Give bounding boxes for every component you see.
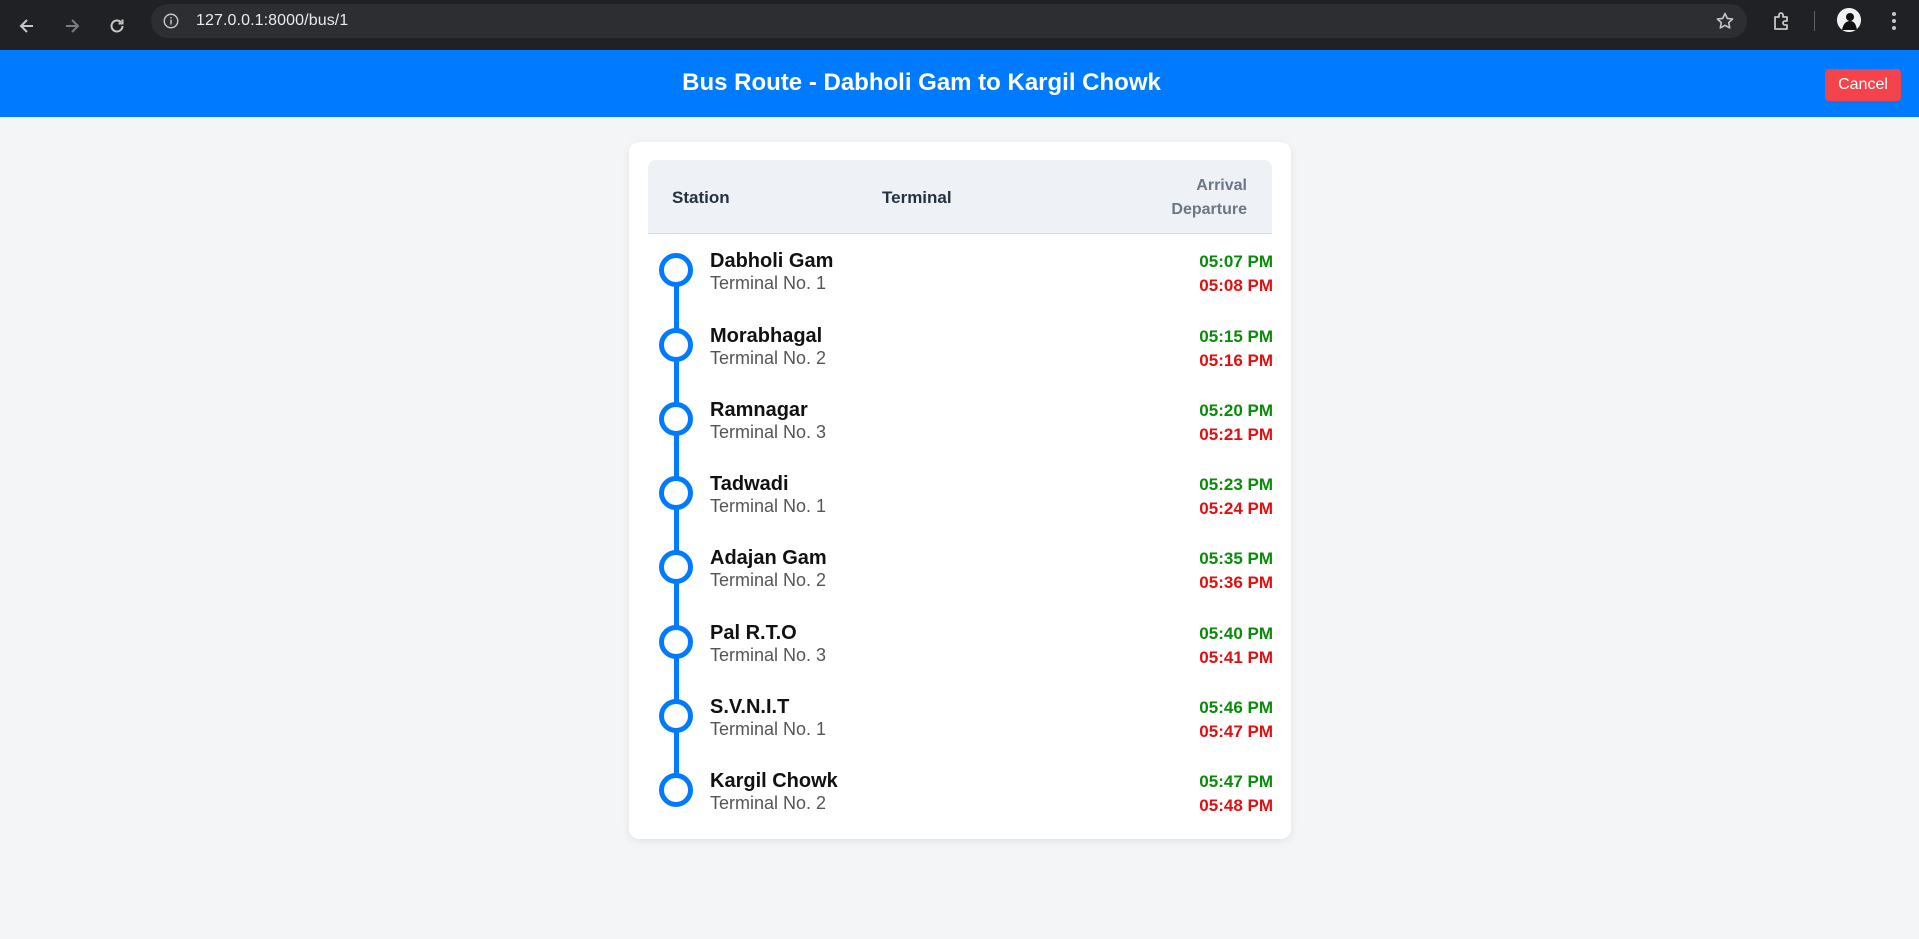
stop-departure-time: 05:47 PM [1199, 722, 1273, 741]
stop-departure-time: 05:48 PM [1199, 796, 1273, 815]
browser-toolbar: 127.0.0.1:8000/bus/1 [0, 0, 1919, 50]
reload-icon [110, 19, 124, 33]
stop-terminal: Terminal No. 3 [710, 422, 827, 442]
stop-departure-time: 05:08 PM [1199, 276, 1273, 295]
column-header-station: Station [672, 188, 730, 207]
back-arrow-icon [19, 19, 33, 33]
url-text[interactable]: 127.0.0.1:8000/bus/1 [196, 12, 348, 30]
extensions-icon[interactable] [1770, 9, 1794, 33]
column-header-times: Arrival Departure [1171, 174, 1247, 222]
stop-item: Kargil Chowk Terminal No. 2 05:47 PM 05:… [629, 766, 1291, 840]
stop-terminal: Terminal No. 2 [710, 570, 827, 590]
stop-item: Pal R.T.O Terminal No. 3 05:40 PM 05:41 … [629, 618, 1291, 692]
app-header: Bus Route - Dabholi Gam to Kargil Chowk [0, 50, 1919, 117]
stop-name: Tadwadi [710, 473, 789, 495]
stop-marker-icon [659, 550, 693, 584]
stop-marker-icon [659, 699, 693, 733]
stop-name: Adajan Gam [710, 547, 827, 569]
stop-departure-time: 05:16 PM [1199, 351, 1273, 370]
stop-name: Morabhagal [710, 325, 823, 347]
stop-terminal: Terminal No. 2 [710, 348, 827, 368]
stop-arrival-time: 05:47 PM [1199, 772, 1273, 791]
column-header-terminal: Terminal [882, 188, 952, 207]
site-info-icon[interactable] [161, 11, 181, 31]
table-header: Station Terminal Arrival Departure [648, 160, 1272, 234]
stop-name: Dabholi Gam [710, 250, 834, 272]
column-header-arrival: Arrival [1196, 177, 1247, 194]
stop-name: Kargil Chowk [710, 770, 838, 792]
bookmark-star-icon[interactable] [1715, 11, 1735, 31]
stop-name: S.V.N.I.T [710, 696, 790, 718]
toolbar-divider [1814, 11, 1815, 31]
stop-marker-icon [659, 328, 693, 362]
stop-departure-time: 05:24 PM [1199, 499, 1273, 518]
stop-departure-time: 05:36 PM [1199, 573, 1273, 592]
stop-terminal: Terminal No. 1 [710, 273, 827, 293]
forward-arrow-icon [66, 19, 80, 33]
back-button[interactable] [10, 9, 44, 43]
stop-arrival-time: 05:35 PM [1199, 549, 1273, 568]
stop-item: Ramnagar Terminal No. 3 05:20 PM 05:21 P… [629, 395, 1291, 469]
stop-marker-icon [659, 253, 693, 287]
stop-marker-icon [659, 402, 693, 436]
stop-departure-time: 05:41 PM [1199, 648, 1273, 667]
stop-marker-icon [659, 476, 693, 510]
stop-item: Morabhagal Terminal No. 2 05:15 PM 05:16… [629, 321, 1291, 395]
stop-arrival-time: 05:23 PM [1199, 475, 1273, 494]
stop-arrival-time: 05:07 PM [1199, 252, 1273, 271]
stop-terminal: Terminal No. 2 [710, 793, 827, 813]
kebab-menu-icon[interactable] [1882, 9, 1906, 33]
stop-item: Adajan Gam Terminal No. 2 05:35 PM 05:36… [629, 543, 1291, 617]
stop-item: Dabholi Gam Terminal No. 1 05:07 PM 05:0… [629, 246, 1291, 320]
address-bar[interactable]: 127.0.0.1:8000/bus/1 [151, 4, 1747, 38]
route-timeline: Dabholi Gam Terminal No. 1 05:07 PM 05:0… [629, 246, 1291, 826]
stop-name: Pal R.T.O [710, 622, 797, 644]
column-header-departure: Departure [1171, 201, 1247, 218]
route-card: Station Terminal Arrival Departure Dabho… [629, 142, 1291, 839]
stop-arrival-time: 05:15 PM [1199, 327, 1273, 346]
stop-arrival-time: 05:40 PM [1199, 624, 1273, 643]
stop-item: S.V.N.I.T Terminal No. 1 05:46 PM 05:47 … [629, 692, 1291, 766]
forward-button[interactable] [55, 9, 89, 43]
stop-departure-time: 05:21 PM [1199, 425, 1273, 444]
profile-avatar-icon[interactable] [1837, 8, 1861, 32]
stop-arrival-time: 05:46 PM [1199, 698, 1273, 717]
reload-button[interactable] [100, 9, 134, 43]
stop-name: Ramnagar [710, 399, 808, 421]
stop-marker-icon [659, 773, 693, 807]
cancel-button[interactable]: Cancel [1825, 69, 1901, 101]
stop-terminal: Terminal No. 1 [710, 719, 827, 739]
stop-marker-icon [659, 625, 693, 659]
stop-item: Tadwadi Terminal No. 1 05:23 PM 05:24 PM [629, 469, 1291, 543]
page-title: Bus Route - Dabholi Gam to Kargil Chowk [682, 69, 1161, 96]
stop-terminal: Terminal No. 3 [710, 645, 827, 665]
stop-arrival-time: 05:20 PM [1199, 401, 1273, 420]
stop-terminal: Terminal No. 1 [710, 496, 827, 516]
